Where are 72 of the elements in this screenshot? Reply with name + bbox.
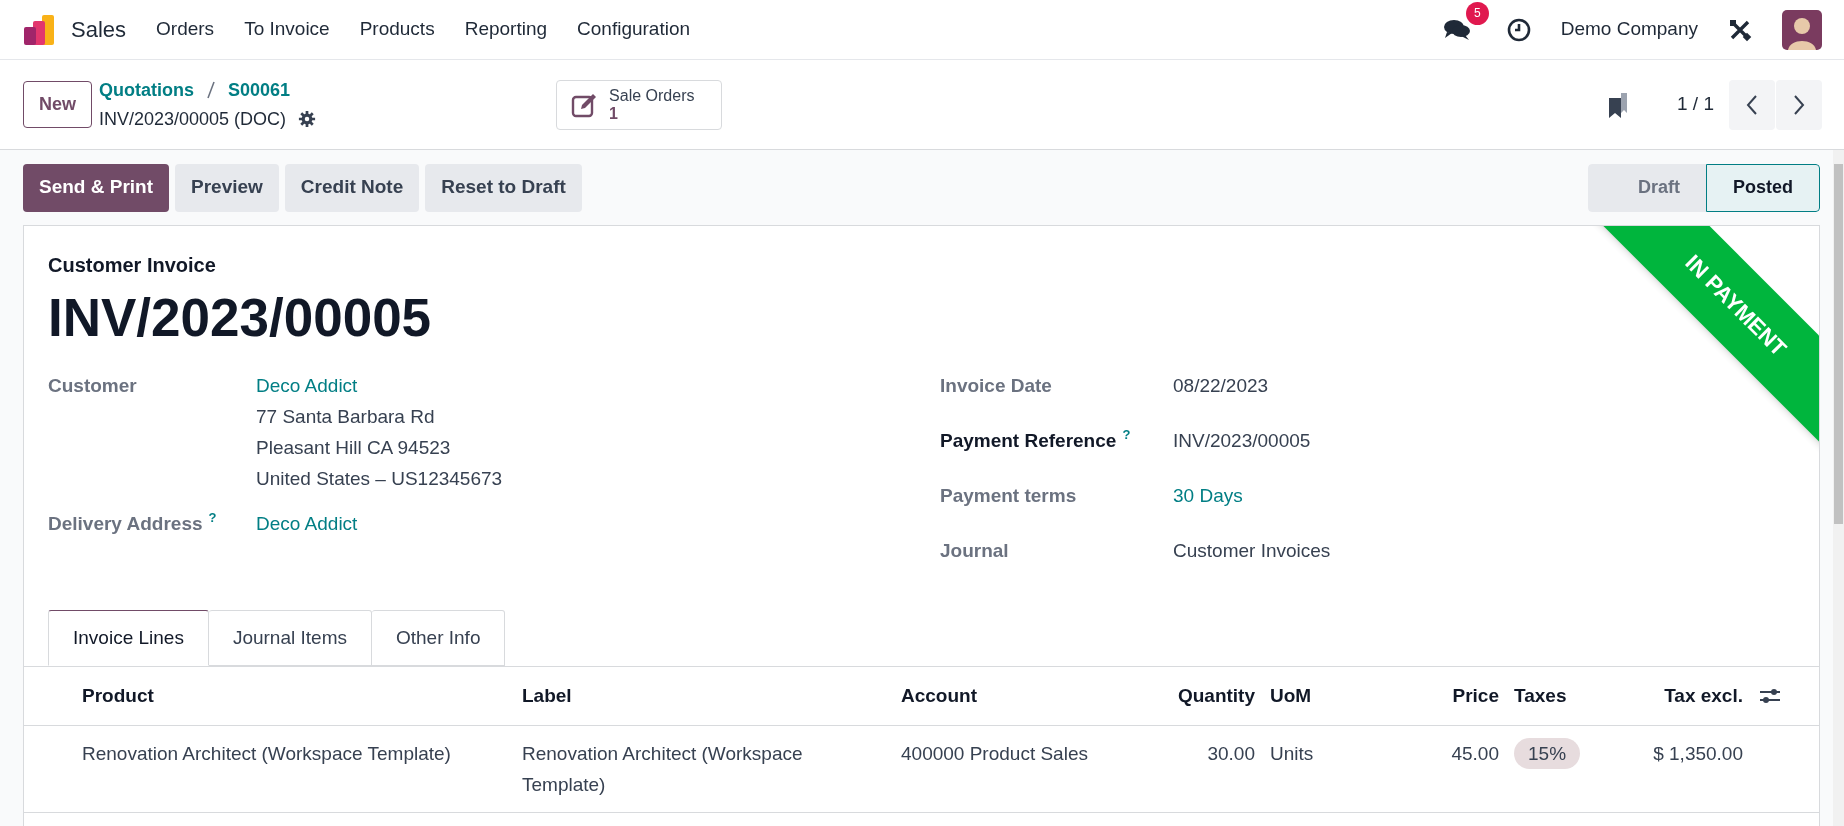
tools-icon[interactable] xyxy=(1728,17,1752,42)
notification-count: 5 xyxy=(1465,1,1489,25)
breadcrumb-link[interactable]: S00061 xyxy=(228,76,291,104)
user-avatar[interactable] xyxy=(1782,9,1822,50)
field-link[interactable]: 30 Days xyxy=(1173,480,1243,511)
next-button[interactable] xyxy=(1776,79,1822,130)
menu-item[interactable]: Configuration xyxy=(577,15,691,44)
field-value: Customer Invoices xyxy=(1173,539,1331,563)
menu-item[interactable]: Products xyxy=(359,15,435,44)
column-header[interactable]: Account xyxy=(901,681,1110,711)
scrollbar-thumb[interactable] xyxy=(1834,164,1843,524)
table-cell-text: $ 1,350.00 xyxy=(1652,742,1743,766)
table-cell-text: 400000 Product Sales xyxy=(901,742,1089,766)
status-step[interactable]: Posted xyxy=(1706,163,1820,212)
help-tooltip[interactable]: ? xyxy=(1122,427,1131,442)
slash-separator-icon xyxy=(206,81,216,99)
field-label: Payment terms xyxy=(940,484,1077,508)
field-value: INV/2023/00005 xyxy=(1173,429,1311,453)
form-tab[interactable]: Other Info xyxy=(371,610,506,666)
table-cell-text: 45.00 xyxy=(1450,742,1499,766)
status-step[interactable]: Draft xyxy=(1587,163,1706,212)
table-cell-text: 30.00 xyxy=(1206,742,1255,766)
previous-button[interactable] xyxy=(1729,79,1775,130)
pager-value[interactable]: 1 / 1 xyxy=(1677,90,1714,119)
address-line: 77 Santa Barbara Rd xyxy=(256,405,436,429)
tax-tag: 15% xyxy=(1514,738,1581,769)
address-line: Pleasant Hill CA 94523 xyxy=(256,436,452,460)
help-tooltip[interactable]: ? xyxy=(208,510,217,525)
invoice-number: INV/2023/00005 xyxy=(48,287,432,349)
app-logo-icon[interactable] xyxy=(22,12,56,47)
column-header[interactable]: Taxes xyxy=(1499,681,1599,711)
column-header[interactable]: Label xyxy=(522,681,901,711)
company-switcher[interactable]: Demo Company xyxy=(1560,15,1698,44)
field-link[interactable]: Deco Addict xyxy=(256,508,358,539)
action-button[interactable]: Preview xyxy=(175,163,279,212)
clock-icon[interactable] xyxy=(1506,17,1531,42)
app-name[interactable]: Sales xyxy=(71,13,127,46)
column-header[interactable]: Quantity xyxy=(1110,681,1255,711)
smart-button[interactable]: Sale Orders 1 xyxy=(556,79,723,130)
action-button[interactable]: Credit Note xyxy=(284,163,420,212)
table-cell-text: Renovation Architect (Workspace Template) xyxy=(82,742,452,766)
new-button[interactable]: New xyxy=(23,81,92,128)
field-value: 08/22/2023 xyxy=(1173,374,1269,398)
field-label: Payment Reference xyxy=(940,429,1117,453)
action-button[interactable]: Reset to Draft xyxy=(425,163,582,212)
bookmark-icon[interactable] xyxy=(1607,90,1629,119)
table-cell-text: Units xyxy=(1269,742,1315,766)
field-label: Delivery Address xyxy=(48,512,203,536)
column-header[interactable]: Product xyxy=(82,681,522,711)
settings-icon[interactable] xyxy=(298,110,317,128)
form-tab[interactable]: Invoice Lines xyxy=(48,610,209,666)
record-name: INV/2023/00005 (DOC) xyxy=(99,107,287,131)
chat-bubbles-icon xyxy=(1442,17,1471,42)
form-tab[interactable]: Journal Items xyxy=(208,610,372,666)
table-cell-text: Renovation Architect (Workspace Template) xyxy=(522,742,804,797)
menu-item[interactable]: To Invoice xyxy=(244,15,330,44)
smart-button-label: Sale Orders xyxy=(609,86,695,105)
document-type: Customer Invoice xyxy=(48,253,216,278)
column-header[interactable]: UoM xyxy=(1255,681,1400,711)
field-label: Invoice Date xyxy=(940,374,1052,398)
column-header[interactable]: Tax excl. xyxy=(1599,681,1743,711)
action-button[interactable]: Send & Print xyxy=(23,163,169,212)
column-header[interactable]: Price xyxy=(1400,681,1499,711)
smart-button-count: 1 xyxy=(609,104,618,123)
field-label: Journal xyxy=(940,539,1009,563)
breadcrumb-link[interactable]: Quotations xyxy=(99,76,194,104)
field-label: Customer xyxy=(48,374,137,398)
field-link[interactable]: Deco Addict xyxy=(256,370,503,401)
menu-item[interactable]: Reporting xyxy=(464,15,548,44)
menu-item[interactable]: Orders xyxy=(156,15,215,44)
address-line: United States – US12345673 xyxy=(256,467,503,491)
column-settings-icon[interactable] xyxy=(1759,686,1781,706)
